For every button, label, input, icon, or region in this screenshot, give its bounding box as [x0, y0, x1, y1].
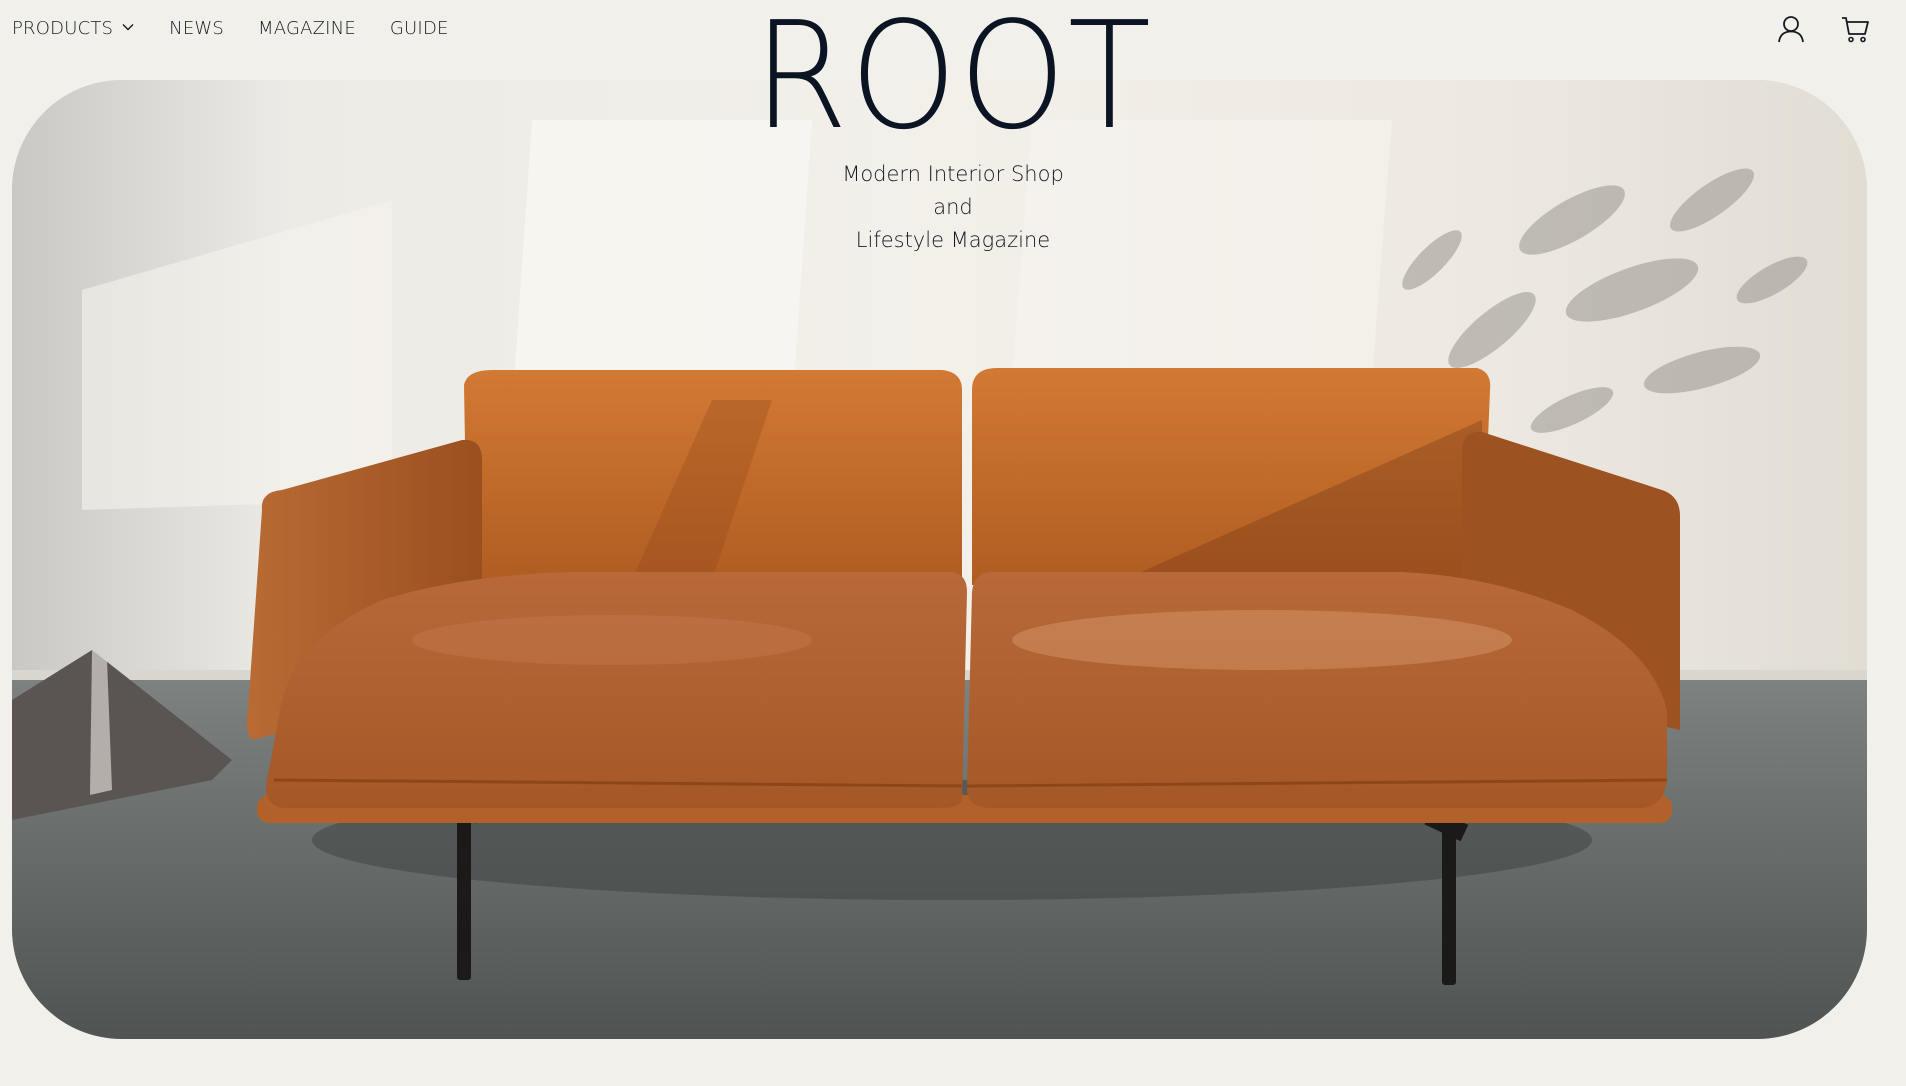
- account-button[interactable]: [1776, 16, 1806, 46]
- nav-products[interactable]: PRODUCTS: [12, 18, 135, 39]
- hero-image: [12, 80, 1867, 1039]
- sofa-scene-image: [12, 80, 1867, 1039]
- main-nav: PRODUCTS NEWS MAGAZINE GUIDE: [12, 18, 449, 39]
- nav-guide[interactable]: GUIDE: [390, 18, 449, 39]
- nav-news-label: NEWS: [169, 18, 225, 39]
- nav-magazine[interactable]: MAGAZINE: [258, 18, 356, 39]
- chevron-down-icon: [121, 18, 135, 39]
- header-actions: [1776, 16, 1870, 46]
- cart-icon: [1840, 14, 1870, 48]
- page: PRODUCTS NEWS MAGAZINE GUIDE ROOT Modern…: [0, 0, 1906, 1086]
- nav-guide-label: GUIDE: [389, 18, 449, 39]
- nav-products-label: PRODUCTS: [12, 18, 114, 39]
- nav-news[interactable]: NEWS: [169, 18, 224, 39]
- user-icon: [1776, 14, 1806, 48]
- nav-magazine-label: MAGAZINE: [258, 18, 356, 39]
- cart-button[interactable]: [1840, 16, 1870, 46]
